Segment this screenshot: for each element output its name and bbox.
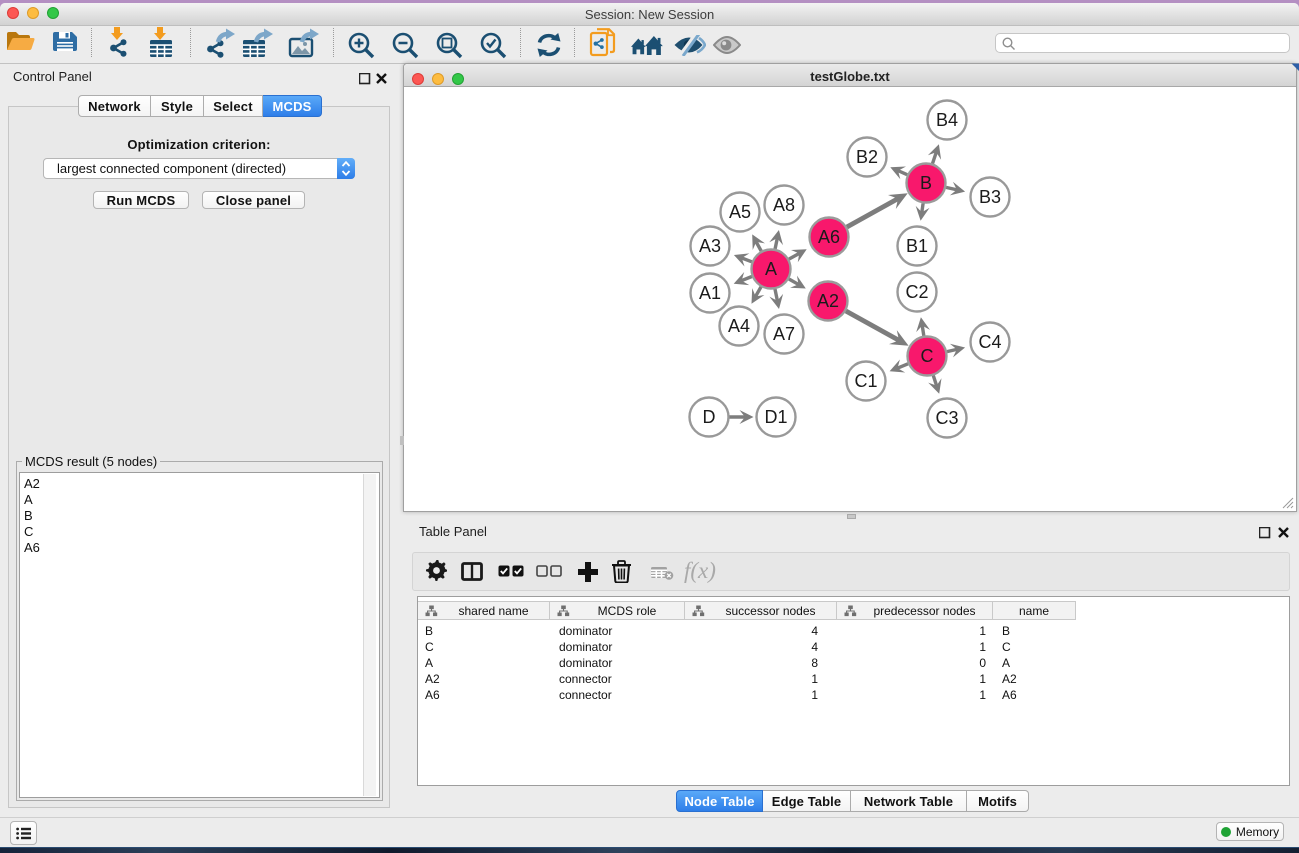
svg-text:A5: A5: [729, 202, 751, 222]
svg-text:C2: C2: [905, 282, 928, 302]
svg-text:A8: A8: [773, 195, 795, 215]
svg-text:C: C: [921, 346, 934, 366]
svg-text:B3: B3: [979, 187, 1001, 207]
svg-text:B: B: [920, 173, 932, 193]
svg-text:C4: C4: [978, 332, 1001, 352]
svg-text:A2: A2: [817, 291, 839, 311]
svg-text:D1: D1: [764, 407, 787, 427]
svg-text:B4: B4: [936, 110, 958, 130]
svg-text:A: A: [765, 259, 777, 279]
svg-text:D: D: [703, 407, 716, 427]
svg-text:B1: B1: [906, 236, 928, 256]
svg-text:B2: B2: [856, 147, 878, 167]
svg-text:C3: C3: [935, 408, 958, 428]
svg-text:A1: A1: [699, 283, 721, 303]
svg-text:A3: A3: [699, 236, 721, 256]
svg-text:A7: A7: [773, 324, 795, 344]
svg-text:A6: A6: [818, 227, 840, 247]
svg-text:C1: C1: [854, 371, 877, 391]
svg-text:A4: A4: [728, 316, 750, 336]
